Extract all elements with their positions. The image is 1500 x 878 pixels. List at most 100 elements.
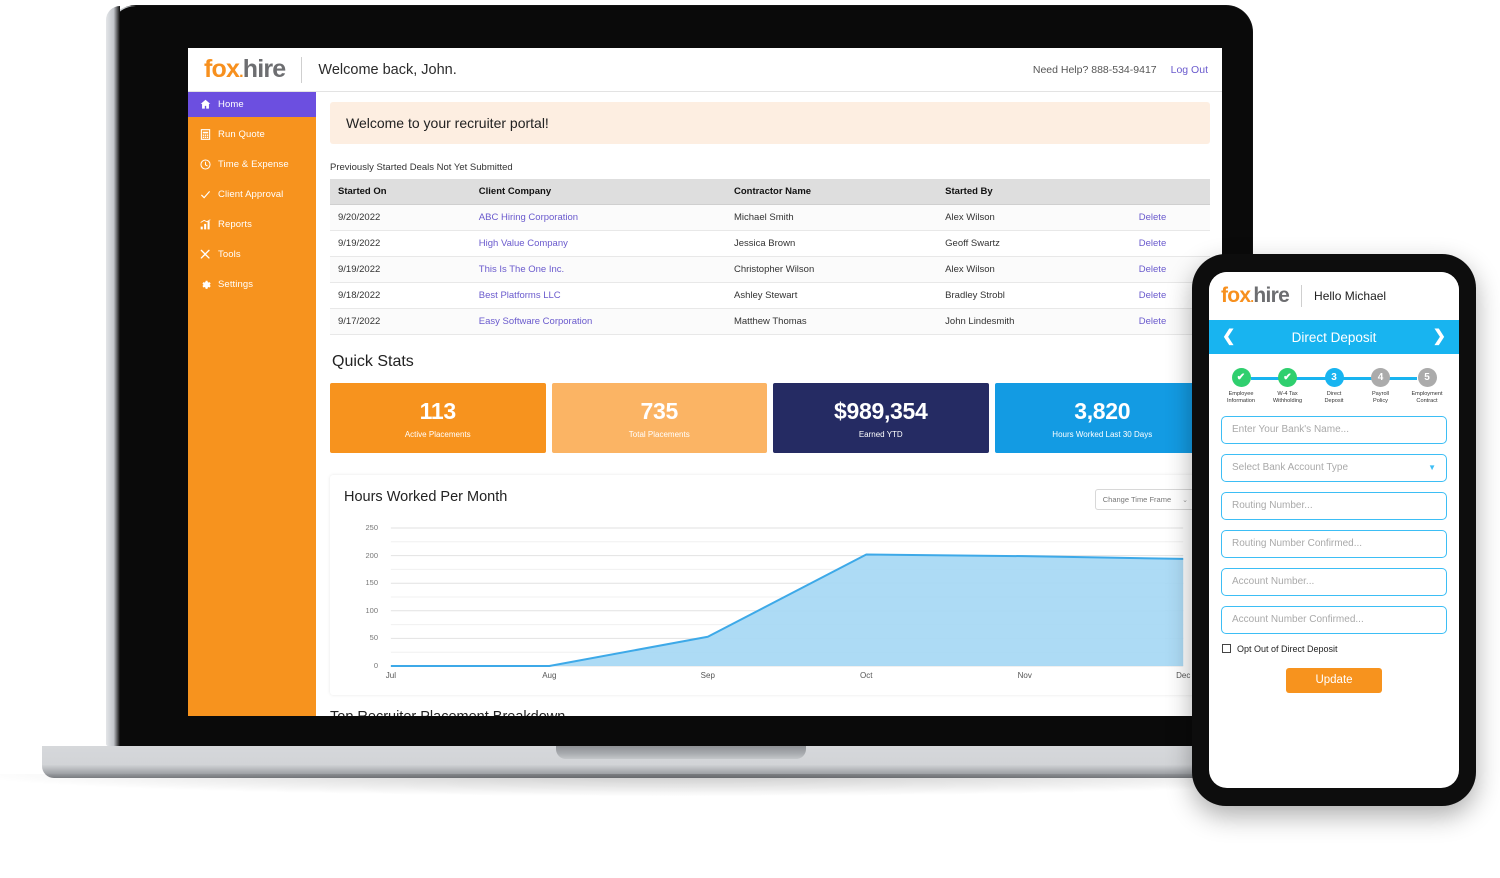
x-axis-tick-label: Aug <box>542 671 557 680</box>
x-axis-tick-label: Sep <box>700 671 715 680</box>
update-button[interactable]: Update <box>1286 667 1382 693</box>
table-row: 9/19/2022 High Value Company Jessica Bro… <box>330 230 1210 257</box>
log-out-link[interactable]: Log Out <box>1171 64 1208 76</box>
chevron-left-icon[interactable]: ❮ <box>1222 329 1235 345</box>
deals-table-body: 9/20/2022 ABC Hiring Corporation Michael… <box>330 204 1210 335</box>
chevron-right-icon[interactable]: ❯ <box>1433 329 1446 345</box>
sidebar-label-run-quote: Run Quote <box>218 129 265 140</box>
stat-card-hours-worked-30-days: 3,820 Hours Worked Last 30 Days <box>994 383 1210 453</box>
delete-link[interactable]: Delete <box>1139 290 1166 301</box>
cell-contractor-name: Christopher Wilson <box>725 256 938 283</box>
check-icon <box>200 189 211 200</box>
column-header-started-by[interactable]: Started By <box>937 179 1131 205</box>
sidebar-item-home[interactable]: Home <box>188 92 316 117</box>
opt-out-label: Opt Out of Direct Deposit <box>1237 643 1338 654</box>
client-company-link[interactable]: Best Platforms LLC <box>479 290 561 301</box>
column-header-contractor-name[interactable]: Contractor Name <box>725 179 938 205</box>
sidebar: Home Run Quote Time & Expense Client App… <box>188 92 316 716</box>
step-payroll-policy[interactable]: 4 Payroll Policy <box>1359 368 1403 405</box>
x-axis-tick-label: Dec <box>1176 671 1191 680</box>
hours-worked-chart-card: Hours Worked Per Month Change Time Frame… <box>330 475 1210 695</box>
client-company-link[interactable]: High Value Company <box>479 238 568 249</box>
opt-out-row[interactable]: Opt Out of Direct Deposit <box>1222 644 1447 654</box>
column-header-started-on[interactable]: Started On <box>330 179 471 205</box>
chart-header: Hours Worked Per Month Change Time Frame… <box>344 489 1196 510</box>
step-w4-tax-withholding[interactable]: ✔ W-4 Tax Withholding <box>1266 368 1310 405</box>
opt-out-checkbox[interactable] <box>1222 644 1231 654</box>
step-employee-information[interactable]: ✔ Employee Information <box>1219 368 1263 405</box>
main-content: Welcome to your recruiter portal! Previo… <box>316 92 1222 716</box>
step-marker: ✔ <box>1278 368 1297 387</box>
client-company-link[interactable]: ABC Hiring Corporation <box>479 212 578 223</box>
stat-label: Earned YTD <box>858 429 903 439</box>
table-row: 9/20/2022 ABC Hiring Corporation Michael… <box>330 204 1210 231</box>
change-time-frame-label: Change Time Frame <box>1102 495 1172 504</box>
client-company-link[interactable]: Easy Software Corporation <box>479 316 593 327</box>
home-icon <box>200 99 211 110</box>
cell-contractor-name: Matthew Thomas <box>725 308 938 335</box>
delete-link[interactable]: Delete <box>1139 212 1166 223</box>
tools-icon <box>200 249 211 260</box>
cell-client-company: Easy Software Corporation <box>470 308 726 335</box>
chevron-down-icon: ⌄ <box>1182 496 1188 504</box>
step-label: W-4 Tax Withholding <box>1272 391 1303 404</box>
cell-started-on: 9/18/2022 <box>330 282 471 309</box>
column-header-client-company[interactable]: Client Company <box>470 179 726 205</box>
chevron-down-icon: ▼ <box>1428 463 1436 473</box>
sidebar-item-reports[interactable]: Reports <box>188 212 316 237</box>
sidebar-label-settings: Settings <box>218 279 254 290</box>
logo-hire-text: hire <box>242 55 286 83</box>
phone-nav-title: Direct Deposit <box>1291 329 1377 345</box>
delete-link[interactable]: Delete <box>1139 316 1166 327</box>
stat-card-total-placements: 735 Total Placements <box>551 383 767 453</box>
table-row: 9/18/2022 Best Platforms LLC Ashley Stew… <box>330 282 1210 309</box>
foxhire-logo: fox. hire <box>204 55 286 84</box>
client-company-link[interactable]: This Is The One Inc. <box>479 264 564 275</box>
routing-number-confirm-input[interactable]: Routing Number Confirmed... <box>1221 529 1447 558</box>
y-axis-tick-label: 0 <box>373 661 378 670</box>
stat-label: Active Placements <box>404 429 471 439</box>
sidebar-item-settings[interactable]: Settings <box>188 272 316 297</box>
calculator-icon <box>200 129 211 140</box>
account-number-input[interactable]: Account Number... <box>1221 567 1447 596</box>
deals-table-head: Started On Client Company Contractor Nam… <box>330 179 1210 205</box>
y-axis-tick-label: 200 <box>365 550 378 560</box>
account-number-confirm-input[interactable]: Account Number Confirmed... <box>1221 605 1447 634</box>
stat-card-active-placements: 113 Active Placements <box>330 383 546 453</box>
step-label: Direct Deposit <box>1324 391 1344 404</box>
y-axis-tick-label: 250 <box>365 523 378 532</box>
routing-number-placeholder: Routing Number... <box>1232 500 1313 512</box>
stat-value: 113 <box>419 397 457 424</box>
sidebar-item-tools[interactable]: Tools <box>188 242 316 267</box>
bank-name-input[interactable]: Enter Your Bank's Name... <box>1221 415 1447 444</box>
phone-logo-hire-text: hire <box>1253 284 1290 307</box>
delete-link[interactable]: Delete <box>1139 264 1166 275</box>
delete-link[interactable]: Delete <box>1139 238 1166 249</box>
column-header-actions <box>1130 179 1210 205</box>
x-axis-tick-label: Nov <box>1017 671 1032 680</box>
stat-value: 735 <box>640 397 679 424</box>
sidebar-item-client-approval[interactable]: Client Approval <box>188 182 316 207</box>
step-marker: 3 <box>1324 368 1344 387</box>
phone-header-divider <box>1301 285 1303 307</box>
cell-started-by: Alex Wilson <box>937 256 1131 283</box>
change-time-frame-select[interactable]: Change Time Frame ⌄ <box>1094 489 1196 510</box>
step-label: Employee Information <box>1227 391 1255 404</box>
step-direct-deposit[interactable]: 3 Direct Deposit <box>1312 368 1356 405</box>
sidebar-label-time-expense: Time & Expense <box>218 159 289 170</box>
logo-fox-text: fox <box>204 55 240 83</box>
step-label: Payroll Policy <box>1371 391 1390 404</box>
account-number-placeholder: Account Number... <box>1232 576 1315 588</box>
phone-header: fox. hire Hello Michael <box>1209 272 1459 320</box>
sidebar-item-time-expense[interactable]: Time & Expense <box>188 152 316 177</box>
step-employment-contract[interactable]: 5 Employment Contract <box>1405 368 1449 405</box>
stat-label: Hours Worked Last 30 Days <box>1052 429 1153 439</box>
laptop-screen: fox. hire Welcome back, John. Need Help? … <box>188 48 1222 716</box>
cell-contractor-name: Michael Smith <box>725 204 938 231</box>
step-marker: 4 <box>1371 368 1390 387</box>
bank-account-type-select[interactable]: Select Bank Account Type ▼ <box>1221 453 1447 482</box>
table-row: 9/17/2022 Easy Software Corporation Matt… <box>330 308 1210 335</box>
laptop-lid-edge <box>106 6 120 746</box>
routing-number-input[interactable]: Routing Number... <box>1221 491 1447 520</box>
sidebar-item-run-quote[interactable]: Run Quote <box>188 122 316 147</box>
